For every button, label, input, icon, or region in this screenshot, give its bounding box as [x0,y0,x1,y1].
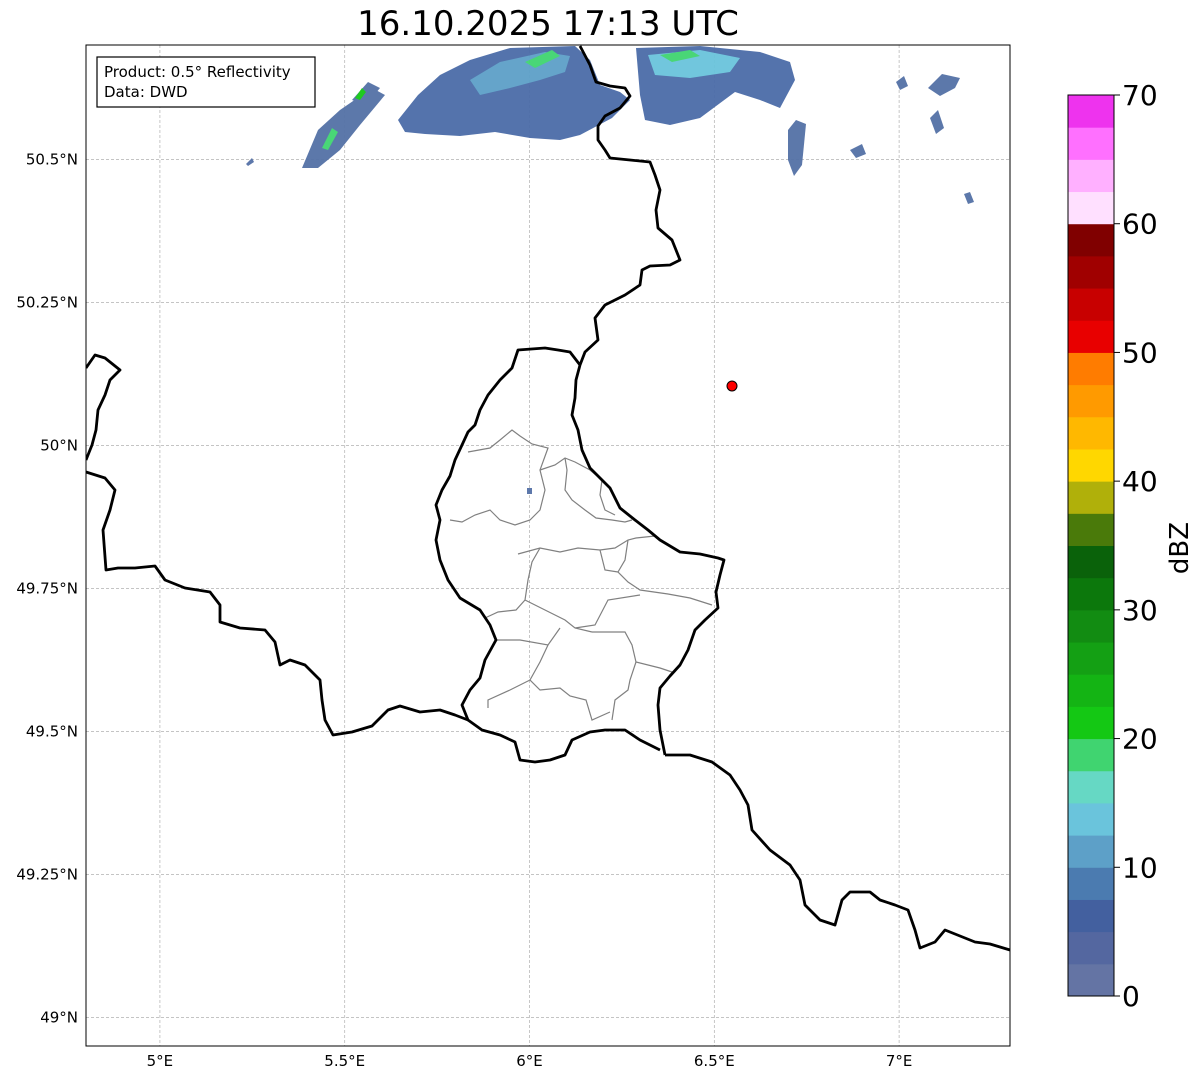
colorbar-block [1068,95,1114,128]
colorbar-block [1068,899,1114,933]
colorbar-block [1068,481,1114,514]
colorbar-frame [1067,94,1115,997]
colorbar-blocks [1068,95,1114,997]
x-tick-label: 5°E [147,1052,174,1070]
map-background [86,45,1010,1046]
colorbar-tick-label: 50 [1122,336,1158,369]
colorbar-block [1068,802,1114,836]
y-tick-label: 49°N [40,1008,78,1026]
colorbar-tick-label: 0 [1122,980,1140,1013]
colorbar-tick-label: 60 [1122,208,1158,241]
colorbar-label: dBZ [1165,522,1195,574]
y-tick-label: 49.75°N [16,579,78,597]
echo-spot-7 [527,488,532,494]
x-tick-label: 6°E [516,1052,543,1070]
colorbar-block [1068,448,1114,482]
colorbar-block [1068,288,1114,321]
colorbar-block [1068,963,1114,997]
colorbar-block [1068,223,1114,257]
colorbar-tick-label: 10 [1122,851,1158,884]
info-product: Product: 0.5° Reflectivity [104,63,291,81]
colorbar-block [1068,191,1114,225]
colorbar-block [1068,159,1114,193]
colorbar-block [1068,609,1114,643]
y-tick-label: 50°N [40,436,78,454]
info-box: Product: 0.5° Reflectivity Data: DWD [96,56,316,108]
x-tick-label: 7°E [886,1052,913,1070]
colorbar-block [1068,706,1114,740]
colorbar-tick-label: 70 [1122,79,1158,112]
y-tick-label: 50.5°N [26,150,78,168]
colorbar-tick-label: 20 [1122,723,1158,756]
colorbar-block [1068,513,1114,546]
location-marker [726,380,738,392]
colorbar-block [1068,545,1114,579]
y-tick-label: 50.25°N [16,293,78,311]
colorbar-block [1068,770,1114,804]
colorbar-tick-label: 30 [1122,594,1158,627]
colorbar-block [1068,384,1114,418]
colorbar-block [1068,931,1114,965]
colorbar-block [1068,835,1114,868]
colorbar-block [1068,867,1114,900]
info-data-source: Data: DWD [104,83,188,101]
colorbar-block [1068,577,1114,611]
radar-map: 5°E 5.5°E 6°E 6.5°E 7°E 50.5°N 50.25°N 50°N 49.7… [16,44,1011,1070]
colorbar-block [1068,642,1114,675]
colorbar-block [1068,416,1114,450]
colorbar-block [1068,674,1114,707]
colorbar-block [1068,738,1114,772]
y-tick-label: 49.25°N [16,865,78,883]
colorbar-block [1068,127,1114,160]
y-tick-label: 49.5°N [26,722,78,740]
colorbar-block [1068,352,1114,386]
x-tick-label: 6.5°E [694,1052,735,1070]
colorbar-ticks: 0 10 20 30 40 50 60 70 [1114,79,1158,1013]
colorbar-block [1068,255,1114,289]
colorbar-tick-label: 40 [1122,465,1158,498]
colorbar-block [1068,320,1114,353]
x-tick-label: 5.5°E [324,1052,365,1070]
